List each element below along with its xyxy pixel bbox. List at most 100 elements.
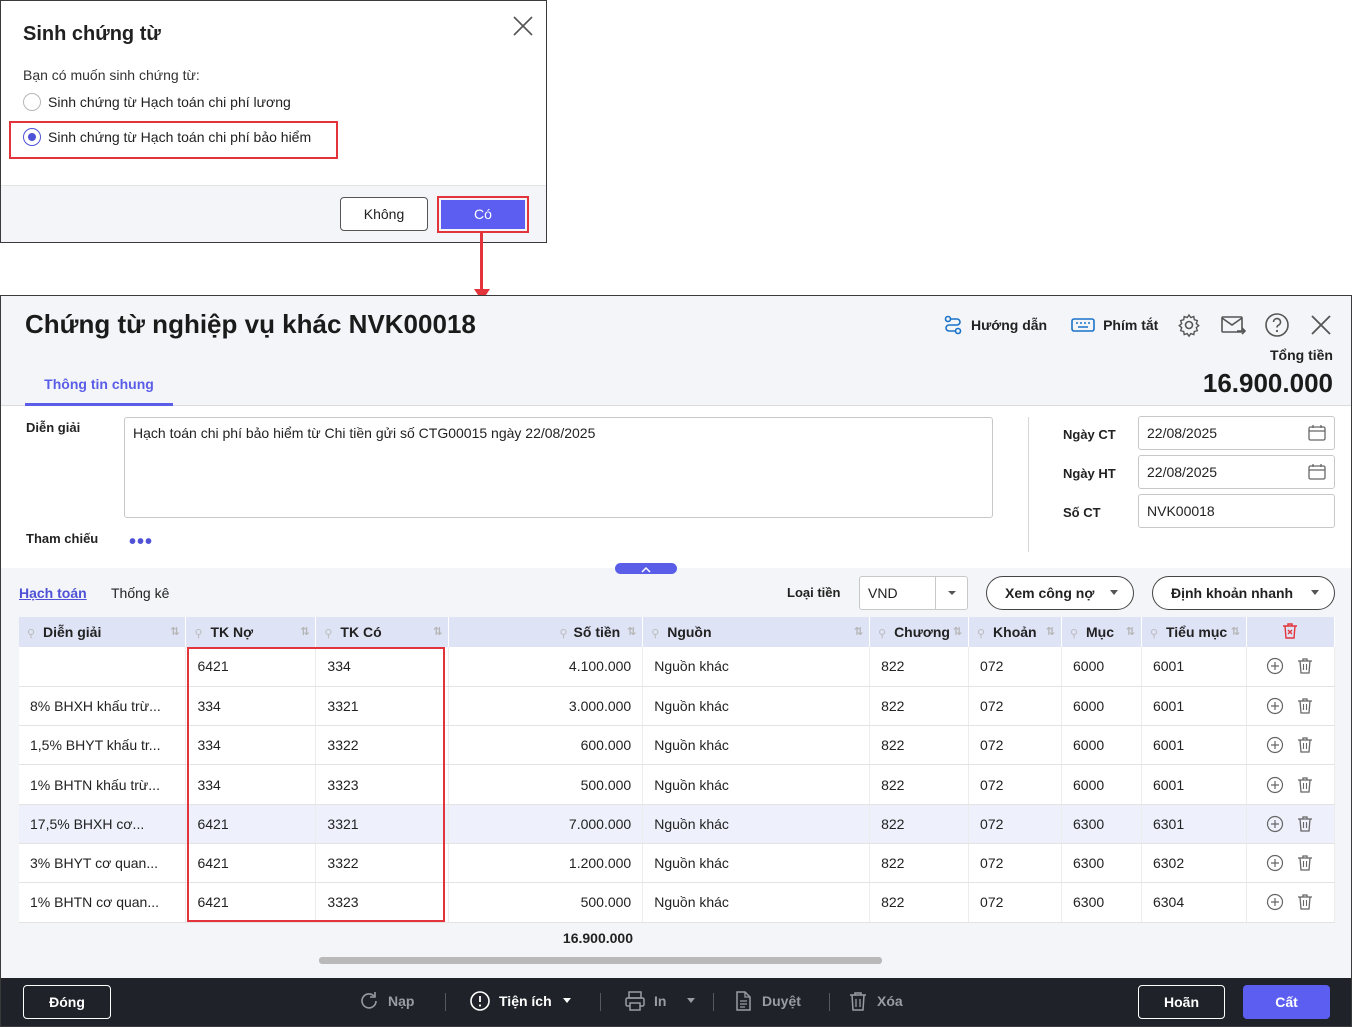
table-cell[interactable]: 6001 [1141,725,1247,766]
cancel-button[interactable]: Hoãn [1138,985,1225,1019]
radio-option-salary[interactable]: Sinh chứng từ Hạch toán chi phí lương [23,93,291,111]
sort-icon[interactable]: ⇅ [627,625,636,638]
add-row-icon[interactable] [1266,893,1284,911]
close-icon[interactable] [510,13,536,39]
column-header[interactable]: ⚲ Số tiền ⇅ [448,617,644,647]
column-header[interactable]: ⚲ Chương ⇅ [869,617,970,647]
date-ht-field[interactable]: 22/08/2025 [1138,455,1335,489]
radio-button[interactable] [23,93,41,111]
table-cell[interactable]: 3321 [315,804,450,844]
table-cell[interactable]: 6300 [1061,804,1142,844]
approve-button[interactable]: Duyệt [732,990,801,1012]
table-cell[interactable]: 3321 [315,686,450,727]
pin-icon[interactable]: ⚲ [1070,627,1080,640]
table-row[interactable]: 3% BHYT cơ quan... 6421 3322 1.200.000 Nguồn… [19,843,1336,884]
trash-icon[interactable] [1296,736,1314,754]
pin-icon[interactable]: ⚲ [878,627,888,640]
table-cell[interactable]: 072 [968,725,1063,766]
table-cell[interactable]: 6001 [1141,764,1247,805]
table-cell[interactable]: 334 [315,647,450,687]
table-cell[interactable]: 334 [185,725,317,766]
horizontal-scrollbar[interactable] [319,957,882,964]
table-cell[interactable]: 7.000.000 [448,804,644,844]
table-cell[interactable]: 6000 [1061,725,1142,766]
pin-icon[interactable]: ⚲ [651,627,661,640]
sort-icon[interactable]: ⇅ [170,625,179,638]
table-cell[interactable]: 822 [869,843,970,884]
trash-icon[interactable] [1296,893,1314,911]
table-cell[interactable]: 600.000 [448,725,644,766]
table-row[interactable]: 6421 334 4.100.000 Nguồn khác 822 072 6000 6001 [19,647,1336,687]
table-cell[interactable]: 6000 [1061,686,1142,727]
collapse-toggle[interactable] [615,563,677,574]
trash-icon[interactable] [1296,776,1314,794]
table-cell[interactable]: 6000 [1061,764,1142,805]
table-cell[interactable]: 334 [185,764,317,805]
add-row-icon[interactable] [1266,657,1284,675]
close-icon[interactable] [1308,312,1334,338]
table-cell[interactable]: 3322 [315,843,450,884]
trash-icon[interactable] [1296,815,1314,833]
table-cell[interactable]: 822 [869,882,970,923]
table-cell[interactable]: 1% BHTN cơ quan... [19,882,187,923]
table-row[interactable]: 17,5% BHXH cơ... 6421 3321 7.000.000 Nguồn k… [19,804,1336,844]
table-cell[interactable]: Nguồn khác [642,647,871,687]
save-button[interactable]: Cất [1243,985,1330,1019]
table-cell[interactable]: 500.000 [448,764,644,805]
pin-icon[interactable]: ⚲ [194,627,204,640]
table-cell[interactable]: Nguồn khác [642,725,871,766]
pin-icon[interactable]: ⚲ [977,627,987,640]
table-cell[interactable]: 6421 [185,647,317,687]
table-cell[interactable]: 072 [968,764,1063,805]
tab-hach-toan[interactable]: Hạch toán [19,585,87,601]
table-cell[interactable]: 822 [869,804,970,844]
table-cell[interactable]: 1% BHTN khấu trừ... [19,764,187,805]
so-ct-field[interactable]: NVK00018 [1138,494,1335,528]
add-row-icon[interactable] [1266,854,1284,872]
calendar-icon[interactable] [1308,424,1326,442]
utility-button[interactable]: Tiện ích [469,990,580,1012]
table-cell[interactable]: Nguồn khác [642,764,871,805]
delete-button[interactable]: Xóa [847,990,903,1012]
quick-entry-button[interactable]: Định khoản nhanh [1152,576,1335,610]
table-cell[interactable]: Nguồn khác [642,882,871,923]
reference-more-button[interactable]: ••• [129,532,153,552]
table-cell[interactable]: 3323 [315,764,450,805]
sort-icon[interactable]: ⇅ [300,625,309,638]
calendar-icon[interactable] [1308,463,1326,481]
table-cell[interactable]: 6421 [185,804,317,844]
delete-all-icon[interactable] [1281,622,1299,640]
column-header[interactable]: ⚲ Diễn giải ⇅ [19,617,187,647]
table-cell[interactable]: 6300 [1061,882,1142,923]
table-cell[interactable]: 822 [869,647,970,687]
sort-icon[interactable]: ⇅ [1231,625,1240,638]
mail-send-icon[interactable] [1220,312,1247,338]
table-cell[interactable]: 3322 [315,725,450,766]
no-button[interactable]: Không [340,197,428,231]
table-cell[interactable]: 500.000 [448,882,644,923]
view-debt-button[interactable]: Xem công nợ [986,576,1134,610]
sort-icon[interactable]: ⇅ [953,625,962,638]
add-row-icon[interactable] [1266,736,1284,754]
print-button[interactable]: In [624,990,704,1012]
column-header[interactable]: ⚲ TK Có ⇅ [315,617,450,647]
column-header[interactable]: ⚲ Tiểu mục ⇅ [1141,617,1247,647]
description-textarea[interactable]: Hạch toán chi phí bảo hiểm từ Chi tiền g… [124,417,993,518]
table-cell[interactable]: 1,5% BHYT khấu tr... [19,725,187,766]
tab-general-info[interactable]: Thông tin chung [25,367,173,406]
add-row-icon[interactable] [1266,776,1284,794]
table-row[interactable]: 1% BHTN cơ quan... 6421 3323 500.000 Nguồn k… [19,882,1336,923]
column-header[interactable]: ⚲ Nguồn ⇅ [642,617,871,647]
table-cell[interactable]: 6001 [1141,686,1247,727]
pin-icon[interactable]: ⚲ [1150,627,1160,640]
table-cell[interactable]: 6301 [1141,804,1247,844]
table-cell[interactable]: 3.000.000 [448,686,644,727]
table-cell[interactable]: 072 [968,843,1063,884]
guide-button[interactable]: Hướng dẫn [943,315,1047,335]
table-cell[interactable]: 6001 [1141,647,1247,687]
table-cell[interactable]: 6421 [185,843,317,884]
column-header[interactable]: ⚲ Mục ⇅ [1061,617,1142,647]
table-cell[interactable]: Nguồn khác [642,804,871,844]
help-icon[interactable] [1264,312,1290,338]
table-cell[interactable]: 072 [968,647,1063,687]
